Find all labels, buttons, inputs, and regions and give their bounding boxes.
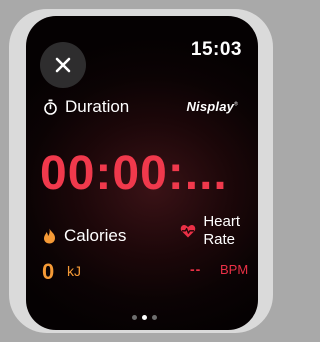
flame-icon xyxy=(44,228,55,244)
heart-rate-label: Heart Rate xyxy=(203,213,240,249)
heart-rate-label-line2: Rate xyxy=(203,231,235,248)
calories-unit: kJ xyxy=(67,263,81,279)
duration-header: Duration xyxy=(43,97,129,117)
stopwatch-icon xyxy=(44,99,57,115)
close-icon xyxy=(55,57,71,73)
close-button[interactable] xyxy=(40,42,86,88)
heart-rate-header: Heart Rate xyxy=(180,213,240,249)
page-dot[interactable] xyxy=(132,315,137,320)
brand-mark: ® xyxy=(234,101,238,108)
duration-value: 00:00:... xyxy=(40,147,228,200)
page-dot[interactable] xyxy=(152,315,157,320)
page-dot-active[interactable] xyxy=(142,315,147,320)
heart-rate-label-line1: Heart xyxy=(203,213,240,230)
status-time: 15:03 xyxy=(190,39,242,60)
brand-name: Nisplay xyxy=(186,99,235,114)
duration-label: Duration xyxy=(65,97,130,116)
watch-screen: 15:03 Duration Nisplay® 00:00:... Calori… xyxy=(26,16,258,330)
calories-value: 0 xyxy=(42,259,55,284)
heart-rate-unit: BPM xyxy=(220,262,249,277)
brand-logo: Nisplay® xyxy=(186,99,238,114)
page-indicator[interactable] xyxy=(132,315,162,320)
calories-header: Calories xyxy=(43,226,126,246)
heartbeat-icon xyxy=(181,224,196,238)
calories-label: Calories xyxy=(64,226,127,245)
heart-rate-value: -- xyxy=(190,261,202,277)
